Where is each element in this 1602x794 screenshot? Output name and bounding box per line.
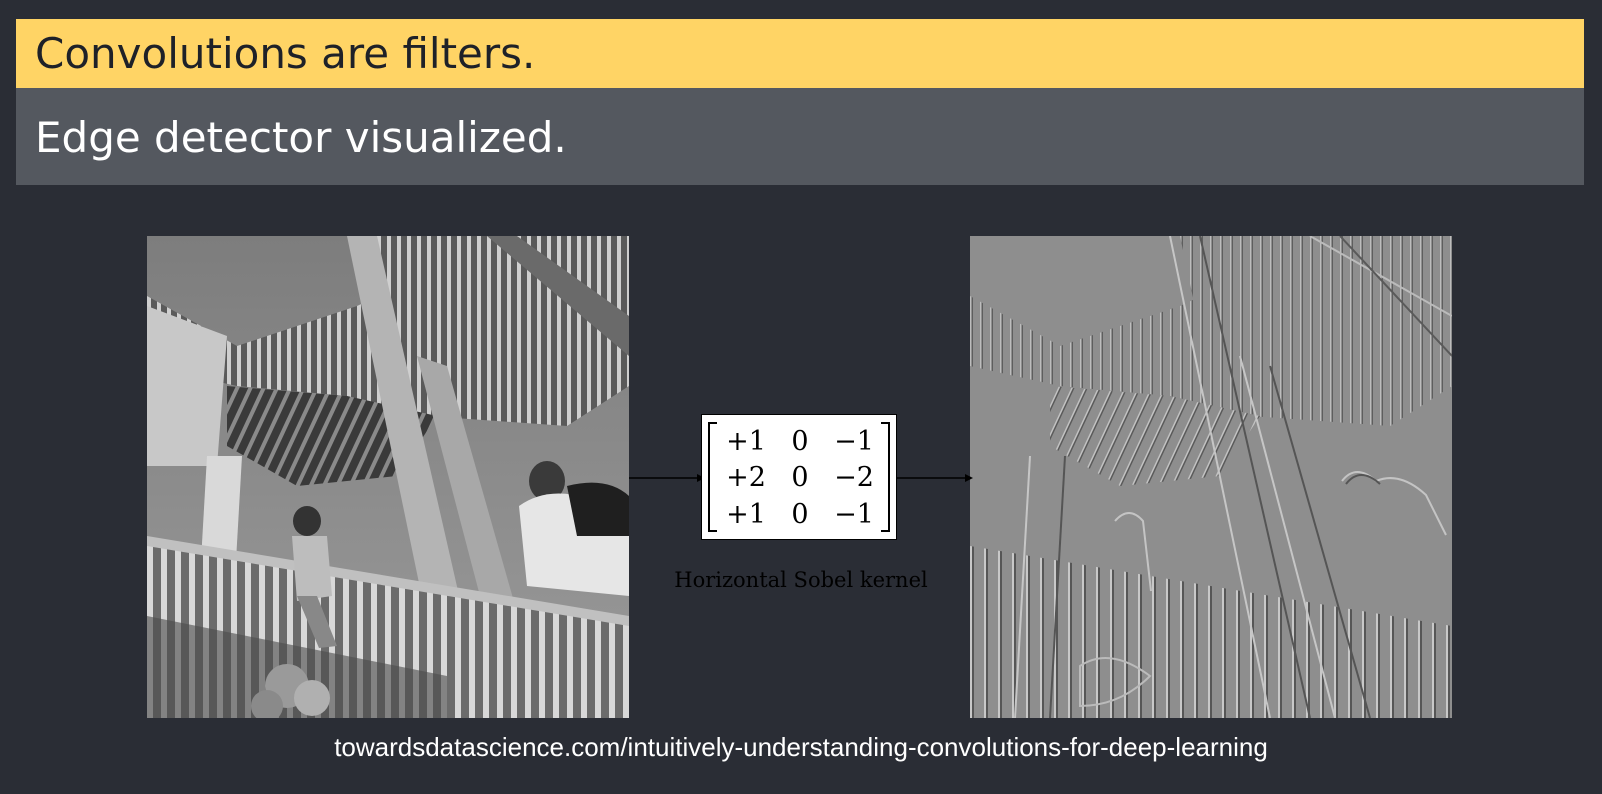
kernel-cell: 0 xyxy=(791,462,809,494)
kernel-cell: −1 xyxy=(834,425,874,457)
slide-title: Convolutions are filters. xyxy=(35,29,536,78)
left-bracket xyxy=(708,422,717,532)
kernel-cell: +1 xyxy=(726,499,766,531)
subtitle-bar: Edge detector visualized. xyxy=(16,88,1584,185)
source-link[interactable]: towardsdatascience.com/intuitively-under… xyxy=(0,732,1602,763)
edge-map-photo-icon xyxy=(970,236,1452,718)
right-bracket xyxy=(881,422,890,532)
arrow-to-output xyxy=(897,474,973,482)
kernel-cell: 0 xyxy=(791,499,809,531)
title-bar: Convolutions are filters. xyxy=(16,19,1584,88)
kernel-cell: −1 xyxy=(834,499,874,531)
staircase-photo-icon xyxy=(147,236,629,718)
sobel-kernel-matrix: +1 0 −1 +2 0 −2 +1 0 −1 xyxy=(701,414,897,540)
slide-subtitle: Edge detector visualized. xyxy=(35,113,567,162)
kernel-cell: 0 xyxy=(791,425,809,457)
kernel-cell: +2 xyxy=(726,462,766,494)
kernel-caption: Horizontal Sobel kernel xyxy=(674,568,928,592)
kernel-grid: +1 0 −1 +2 0 −2 +1 0 −1 xyxy=(719,423,881,533)
kernel-cell: −2 xyxy=(834,462,874,494)
arrow-to-kernel xyxy=(629,474,705,482)
edge-detected-photo xyxy=(970,236,1452,718)
original-photo xyxy=(147,236,629,718)
kernel-cell: +1 xyxy=(726,425,766,457)
